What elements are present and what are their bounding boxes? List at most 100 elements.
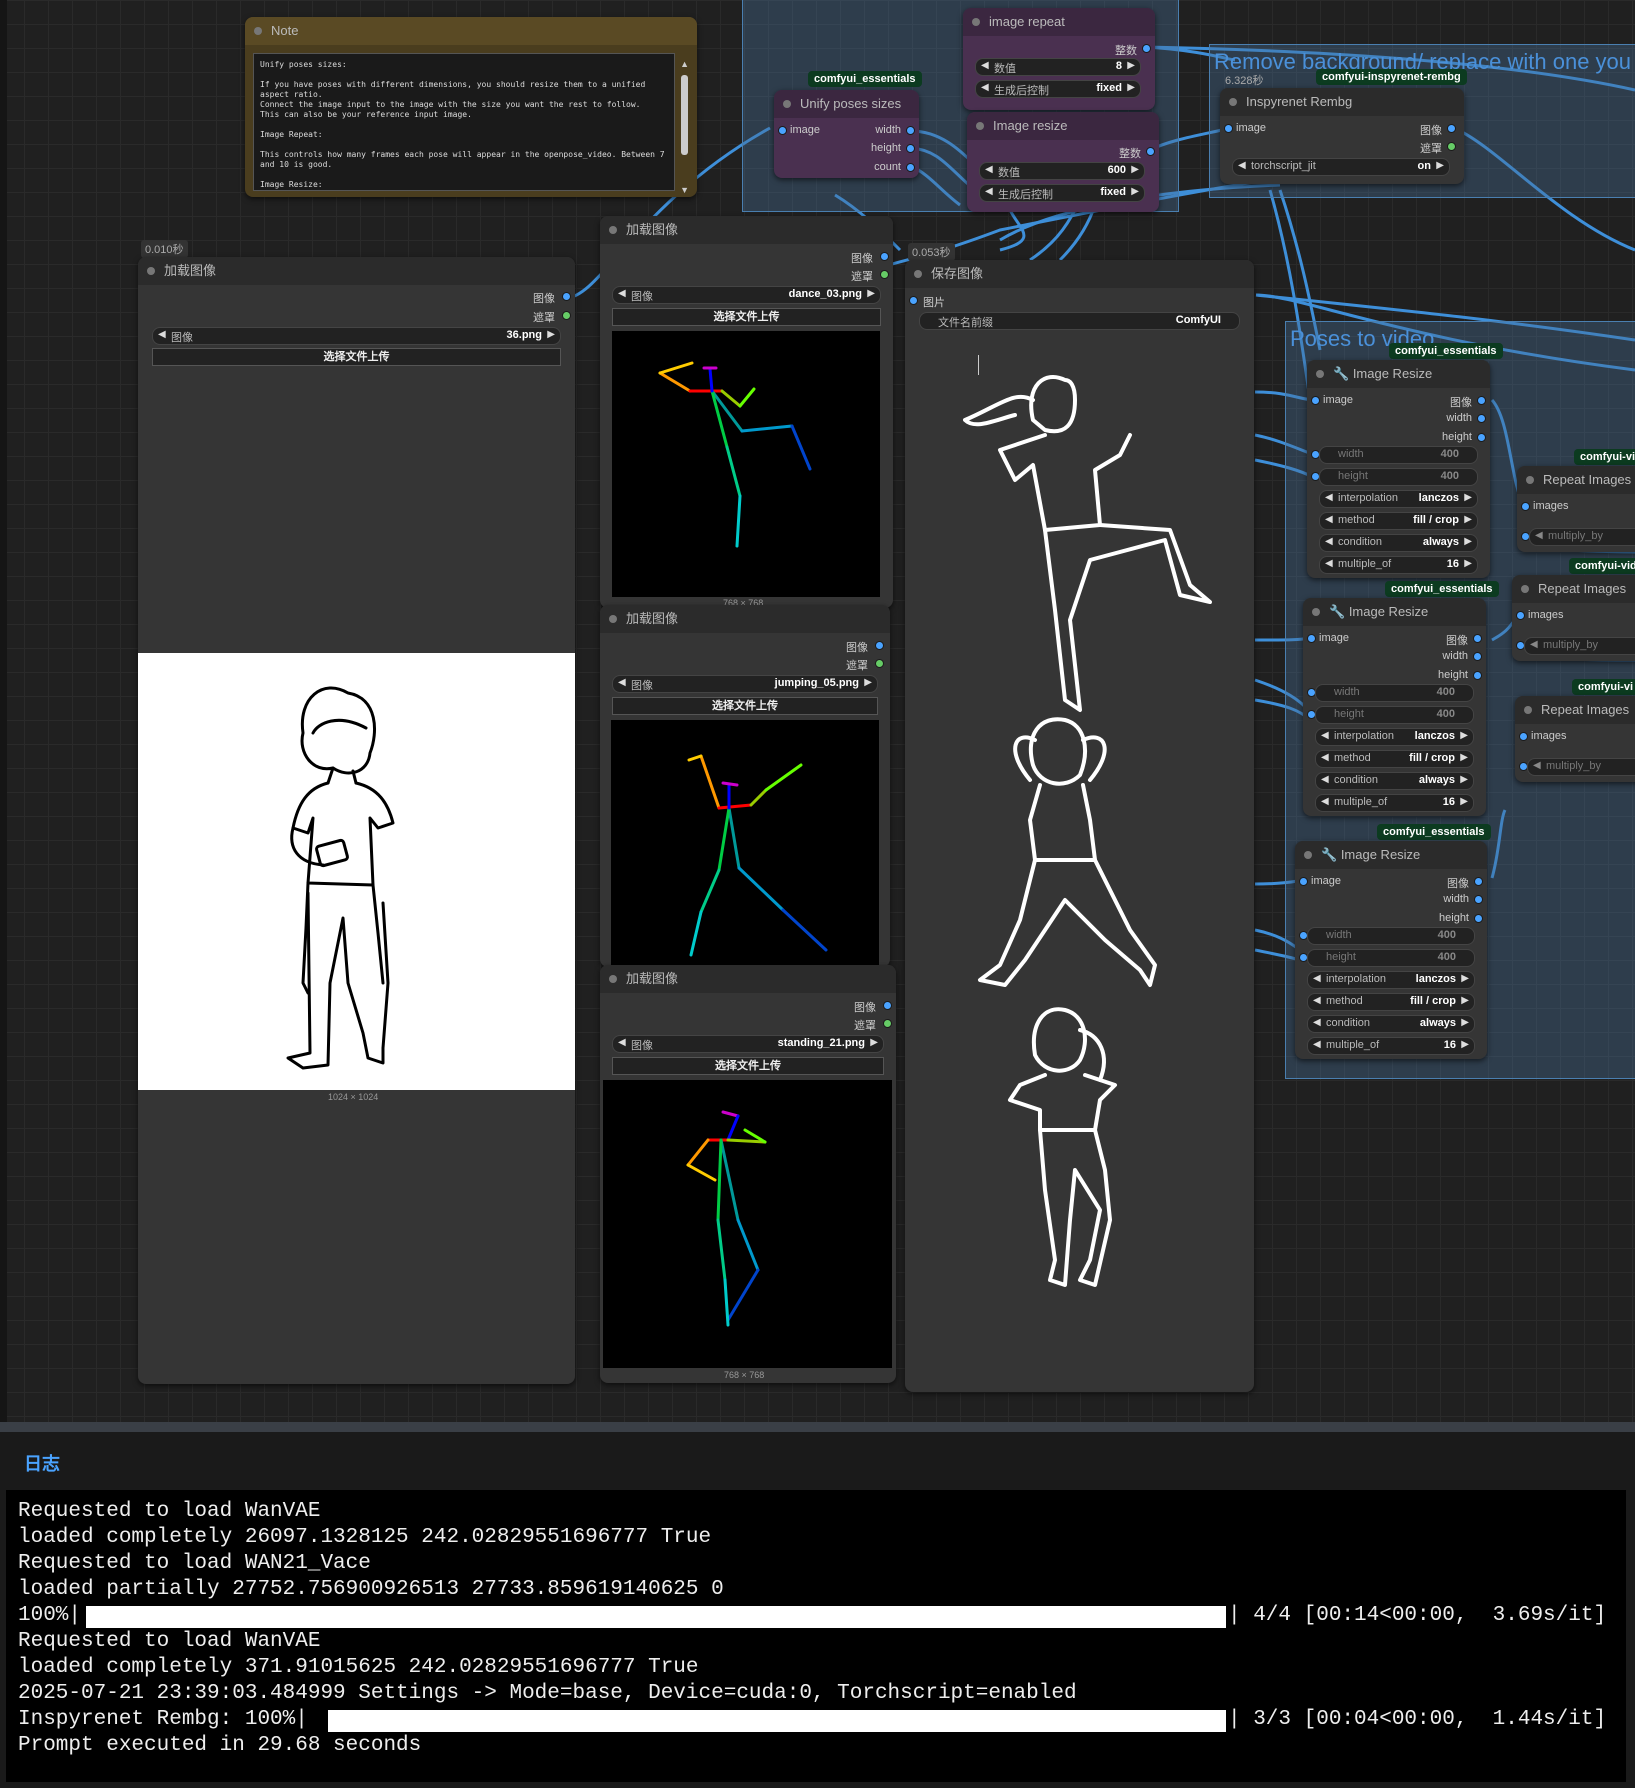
note-textarea[interactable]: Unify poses sizes: If you have poses wit…	[253, 53, 675, 191]
input-socket[interactable]	[1311, 396, 1320, 405]
collapse-dot[interactable]	[914, 270, 922, 278]
output-socket[interactable]	[1447, 124, 1456, 133]
output-socket[interactable]	[906, 144, 915, 153]
output-socket[interactable]	[1477, 396, 1486, 405]
output-socket[interactable]	[1142, 44, 1151, 53]
save-image-node[interactable]: 保存图像 图片 文件名前缀 ComfyUI	[905, 260, 1254, 1392]
number-widget[interactable]: ◀ 数值 600 ▶	[979, 162, 1145, 180]
input-socket[interactable]	[1299, 877, 1308, 886]
width-widget[interactable]: width 400	[1307, 927, 1475, 945]
log-panel[interactable]: 日志 Requested to load WanVAE loaded comple…	[0, 1422, 1635, 1788]
output-socket[interactable]	[1146, 147, 1155, 156]
node-title[interactable]: Repeat Images	[1517, 466, 1635, 494]
output-socket[interactable]	[906, 126, 915, 135]
collapse-dot[interactable]	[609, 226, 617, 234]
input-socket[interactable]	[1224, 124, 1233, 133]
output-socket[interactable]	[562, 292, 571, 301]
image-resize-node[interactable]: 🔧 Image Resize image 图像 width height width 400…	[1307, 360, 1490, 578]
node-title[interactable]: Image resize	[967, 112, 1159, 140]
input-socket[interactable]	[1521, 502, 1530, 511]
height-widget[interactable]: height 400	[1315, 706, 1474, 724]
torchscript-jit-toggle[interactable]: ◀ torchscript_jit on ▶	[1232, 158, 1450, 176]
collapse-dot[interactable]	[1304, 851, 1312, 859]
collapse-dot[interactable]	[976, 122, 984, 130]
collapse-dot[interactable]	[1526, 476, 1534, 484]
image-repeat-node[interactable]: image repeat 整数 ◀ 数值 8 ▶ ◀ 生成后控制 fixed ▶	[963, 8, 1155, 110]
method-widget[interactable]: ◀ method fill / crop ▶	[1319, 512, 1478, 530]
node-title[interactable]: Repeat Images	[1512, 575, 1635, 603]
height-widget[interactable]: height 400	[1319, 468, 1478, 486]
control-widget[interactable]: ◀ 生成后控制 fixed ▶	[979, 184, 1145, 202]
output-socket[interactable]	[1447, 142, 1456, 151]
output-socket[interactable]	[906, 163, 915, 172]
collapse-dot[interactable]	[1312, 608, 1320, 616]
note-node[interactable]: Note Unify poses sizes: If you have pose…	[245, 17, 697, 197]
multiple-of-widget[interactable]: ◀ multiple_of 16 ▶	[1319, 556, 1478, 574]
multiply-by-widget[interactable]: ◀ multiply_by	[1524, 637, 1635, 655]
input-socket[interactable]	[909, 296, 918, 305]
repeat-images-node[interactable]: Repeat Images images ◀ multiply_by	[1515, 696, 1635, 782]
image-resize-int-node[interactable]: Image resize 整数 ◀ 数值 600 ▶ ◀ 生成后控制 fixed ▶	[967, 112, 1159, 212]
output-socket[interactable]	[1473, 652, 1482, 661]
log-output[interactable]: Requested to load WanVAE loaded completel…	[6, 1490, 1626, 1782]
node-title[interactable]: 加载图像	[600, 605, 890, 633]
collapse-dot[interactable]	[1229, 98, 1237, 106]
upload-button[interactable]: 选择文件上传	[612, 308, 881, 326]
input-socket[interactable]	[778, 126, 787, 135]
collapse-dot[interactable]	[1524, 706, 1532, 714]
node-title[interactable]: 🔧 Image Resize	[1295, 841, 1487, 869]
output-socket[interactable]	[1474, 914, 1483, 923]
collapse-dot[interactable]	[1521, 585, 1529, 593]
multiply-by-widget[interactable]: ◀ multiply_by	[1529, 528, 1635, 546]
node-title[interactable]: Repeat Images	[1515, 696, 1635, 724]
image-resize-node[interactable]: 🔧 Image Resize image 图像 width height width 400…	[1295, 841, 1487, 1059]
collapse-dot[interactable]	[147, 267, 155, 275]
output-socket[interactable]	[880, 252, 889, 261]
image-select-widget[interactable]: ◀ 图像 standing_21.png ▶	[612, 1035, 884, 1053]
load-image-node-jumping[interactable]: 加载图像 图像 遮罩 ◀ 图像 jumping_05.png ▶ 选择文件上传	[600, 605, 890, 967]
interpolation-widget[interactable]: ◀ interpolation lanczos ▶	[1319, 490, 1478, 508]
output-socket[interactable]	[562, 311, 571, 320]
upload-button[interactable]: 选择文件上传	[612, 1057, 884, 1075]
image-resize-node[interactable]: 🔧 Image Resize image 图像 width height width 400…	[1303, 598, 1486, 816]
node-title[interactable]: 🔧 Image Resize	[1307, 360, 1490, 388]
output-socket[interactable]	[1474, 877, 1483, 886]
node-title[interactable]: 保存图像	[905, 260, 1254, 288]
condition-widget[interactable]: ◀ condition always ▶	[1315, 772, 1474, 790]
log-panel-resize-bar[interactable]	[0, 1422, 1635, 1432]
node-canvas[interactable]: Remove background/ replace with one you …	[0, 0, 1635, 1422]
collapse-dot[interactable]	[609, 615, 617, 623]
number-widget[interactable]: ◀ 数值 8 ▶	[975, 58, 1141, 76]
multiple-of-widget[interactable]: ◀ multiple_of 16 ▶	[1307, 1037, 1475, 1055]
condition-widget[interactable]: ◀ condition always ▶	[1319, 534, 1478, 552]
output-socket[interactable]	[883, 1019, 892, 1028]
collapse-dot[interactable]	[609, 975, 617, 983]
unify-poses-sizes-node[interactable]: Unify poses sizes image width height cou…	[774, 90, 919, 178]
input-socket[interactable]	[1516, 611, 1525, 620]
method-widget[interactable]: ◀ method fill / crop ▶	[1315, 750, 1474, 768]
inspyrenet-rembg-node[interactable]: Inspyrenet Rembg image 图像 遮罩 ◀ torchscrip…	[1220, 88, 1464, 184]
width-widget[interactable]: width 400	[1319, 446, 1478, 464]
output-socket[interactable]	[1473, 634, 1482, 643]
node-title[interactable]: Note	[245, 17, 697, 45]
output-socket[interactable]	[883, 1001, 892, 1010]
output-socket[interactable]	[1477, 433, 1486, 442]
node-title[interactable]: 🔧 Image Resize	[1303, 598, 1486, 626]
upload-button[interactable]: 选择文件上传	[612, 697, 878, 715]
collapse-dot[interactable]	[254, 27, 262, 35]
image-select-widget[interactable]: ◀ 图像 jumping_05.png ▶	[612, 675, 878, 693]
node-title[interactable]: 加载图像	[138, 257, 575, 285]
upload-button[interactable]: 选择文件上传	[152, 348, 561, 366]
input-socket[interactable]	[1307, 634, 1316, 643]
multiply-by-widget[interactable]: ◀ multiply_by	[1527, 758, 1635, 776]
output-socket[interactable]	[1474, 895, 1483, 904]
node-title[interactable]: Inspyrenet Rembg	[1220, 88, 1464, 116]
node-title[interactable]: 加载图像	[600, 965, 896, 993]
width-widget[interactable]: width 400	[1315, 684, 1474, 702]
filename-prefix-input[interactable]: 文件名前缀 ComfyUI	[919, 312, 1240, 330]
load-image-node-standing[interactable]: 加载图像 图像 遮罩 ◀ 图像 standing_21.png ▶ 选择文件上传 7	[600, 965, 896, 1383]
output-socket[interactable]	[875, 641, 884, 650]
height-widget[interactable]: height 400	[1307, 949, 1475, 967]
condition-widget[interactable]: ◀ condition always ▶	[1307, 1015, 1475, 1033]
output-socket[interactable]	[875, 659, 884, 668]
